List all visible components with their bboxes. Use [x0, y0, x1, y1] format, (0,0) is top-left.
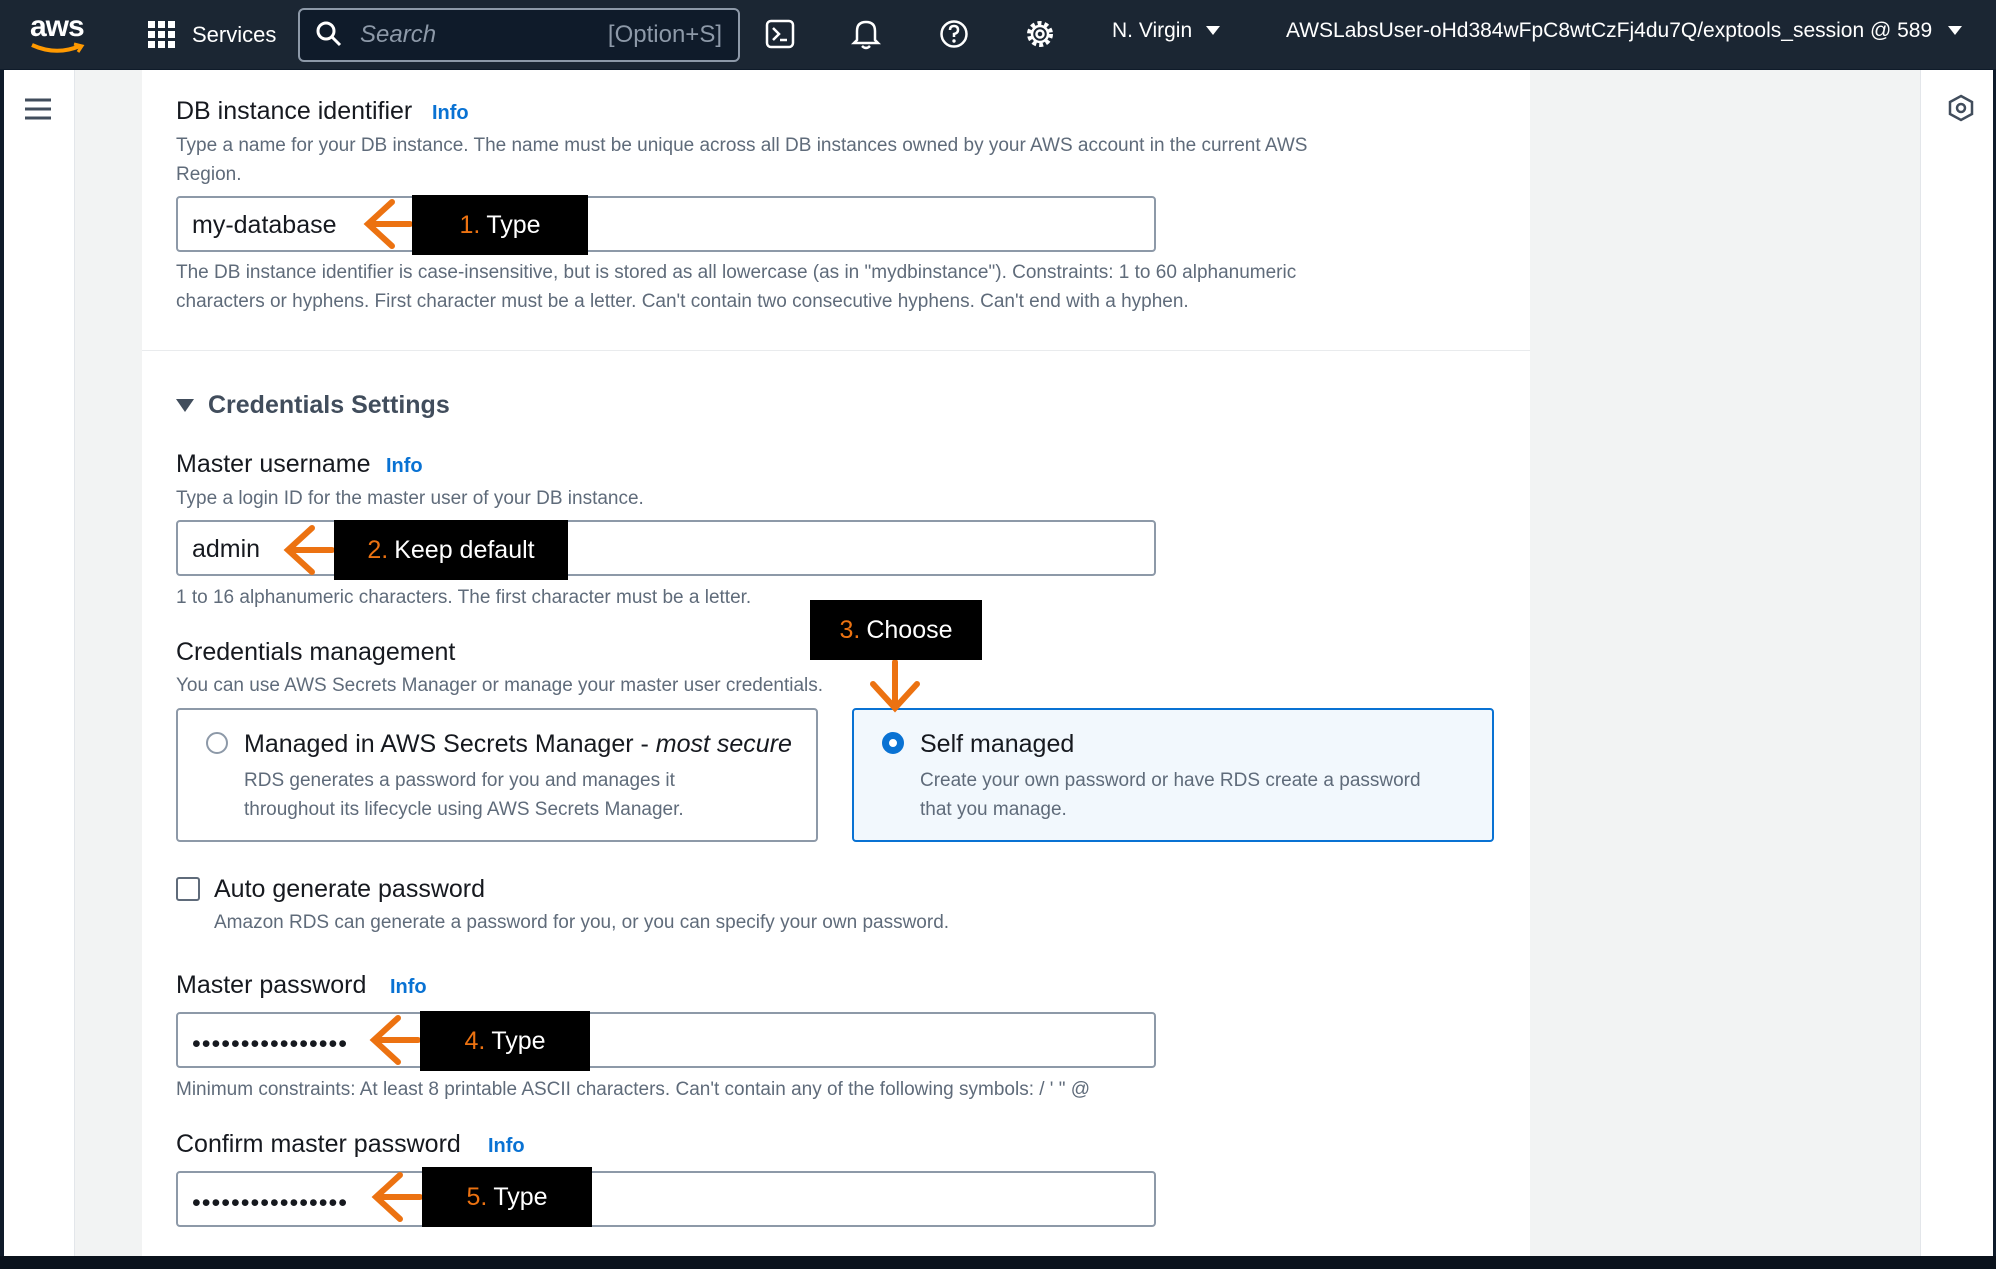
self-managed-option-desc-line1: Create your own password or have RDS cre…	[920, 770, 1421, 791]
caret-down-icon	[1948, 26, 1963, 35]
master-password-constraint: Minimum constraints: At least 8 printabl…	[176, 1079, 1091, 1100]
notifications-button[interactable]	[846, 14, 886, 54]
master-password-value: ••••••••••••••••	[192, 1030, 349, 1058]
callout-step-1: 1. Type	[412, 195, 588, 255]
confirm-password-info-link[interactable]: Info	[488, 1135, 525, 1158]
page-background-right	[1530, 70, 1920, 1256]
secrets-manager-radio[interactable]	[206, 732, 228, 754]
callout-text: Type	[486, 210, 541, 239]
aws-logo-text: aws	[30, 10, 85, 43]
master-username-label: Master username	[176, 450, 371, 478]
master-password-label: Master password	[176, 971, 367, 999]
auto-generate-password-checkbox[interactable]	[176, 877, 200, 901]
master-username-value: admin	[192, 535, 261, 563]
search-input[interactable]: Search [Option+S]	[298, 8, 740, 62]
callout-number: 1.	[459, 210, 481, 239]
self-managed-option-title: Self managed	[920, 730, 1075, 758]
top-navigation-bar: aws Services Search [Option+S] N. Virgin…	[0, 0, 1996, 69]
callout-step-2: 2. Keep default	[334, 520, 568, 580]
aws-logo[interactable]: aws	[30, 12, 100, 58]
callout-step-4: 4. Type	[420, 1011, 590, 1071]
settings-button[interactable]	[1020, 14, 1060, 54]
bottom-edge	[0, 1256, 1996, 1269]
search-placeholder: Search	[360, 21, 437, 48]
tools-panel-icon[interactable]	[1947, 94, 1975, 122]
confirm-password-value: ••••••••••••••••	[192, 1189, 349, 1217]
terminal-icon	[765, 19, 795, 49]
section-divider	[142, 350, 1530, 351]
region-label: N. Virgin	[1112, 19, 1193, 42]
callout-step-5: 5. Type	[422, 1167, 592, 1227]
db-identifier-constraint-line1: The DB instance identifier is case-insen…	[176, 262, 1297, 283]
services-menu-button[interactable]: Services	[148, 18, 276, 52]
account-menu[interactable]: AWSLabsUser-oHd384wFpC8wtCzFj4du7Q/expto…	[1286, 19, 1963, 43]
db-identifier-constraint-line2: characters or hyphens. First character m…	[176, 291, 1189, 312]
menu-icon[interactable]	[25, 98, 51, 120]
self-managed-radio[interactable]	[882, 732, 904, 754]
credentials-settings-title: Credentials Settings	[208, 391, 450, 419]
right-tools-strip	[1920, 70, 1993, 1256]
master-username-info-link[interactable]: Info	[386, 455, 423, 478]
credentials-management-description: You can use AWS Secrets Manager or manag…	[176, 675, 824, 696]
callout-step-3: 3. Choose	[810, 600, 982, 660]
db-identifier-value: my-database	[192, 211, 337, 239]
master-password-info-link[interactable]: Info	[390, 976, 427, 999]
secrets-manager-option-title: Managed in AWS Secrets Manager - most se…	[244, 730, 792, 758]
credentials-settings-toggle[interactable]: Credentials Settings	[176, 391, 450, 420]
auto-generate-password-description: Amazon RDS can generate a password for y…	[214, 912, 950, 933]
self-managed-option-card[interactable]: Self managed Create your own password or…	[852, 708, 1494, 842]
bell-icon	[851, 20, 881, 50]
callout-number: 5.	[466, 1182, 488, 1211]
services-label: Services	[192, 22, 277, 47]
master-username-constraint: 1 to 16 alphanumeric characters. The fir…	[176, 587, 752, 608]
master-username-input[interactable]: admin	[176, 520, 1156, 576]
callout-text: Type	[493, 1182, 548, 1211]
db-identifier-description-line1: Type a name for your DB instance. The na…	[176, 135, 1308, 156]
caret-down-icon	[1206, 26, 1221, 35]
callout-number: 4.	[464, 1026, 486, 1055]
callout-number: 2.	[367, 535, 389, 564]
cloudshell-button[interactable]	[760, 14, 800, 54]
caret-down-icon	[176, 398, 194, 412]
page-background-left	[75, 70, 142, 1256]
db-identifier-label: DB instance identifier	[176, 97, 413, 125]
secrets-manager-option-desc-line1: RDS generates a password for you and man…	[244, 770, 675, 791]
master-username-description: Type a login ID for the master user of y…	[176, 488, 644, 509]
confirm-password-label: Confirm master password	[176, 1130, 461, 1158]
self-managed-option-desc-line2: that you manage.	[920, 799, 1067, 820]
callout-text: Type	[491, 1026, 546, 1055]
callout-number: 3.	[839, 615, 861, 644]
secrets-manager-option-desc-line2: throughout its lifecycle using AWS Secre…	[244, 799, 684, 820]
region-selector[interactable]: N. Virgin	[1112, 19, 1221, 43]
credentials-management-label: Credentials management	[176, 638, 456, 666]
callout-text: Keep default	[394, 535, 535, 564]
left-navigation-strip	[4, 70, 75, 1256]
grid-icon	[148, 21, 175, 48]
gear-icon	[1027, 21, 1053, 47]
auto-generate-password-label[interactable]: Auto generate password	[214, 875, 485, 904]
search-shortcut-hint: [Option+S]	[607, 21, 722, 48]
secrets-manager-option-card[interactable]: Managed in AWS Secrets Manager - most se…	[176, 708, 818, 842]
callout-text: Choose	[866, 615, 953, 644]
aws-smile-icon	[31, 42, 85, 53]
db-identifier-input[interactable]: my-database	[176, 196, 1156, 252]
master-password-input[interactable]: ••••••••••••••••	[176, 1012, 1156, 1068]
account-label: AWSLabsUser-oHd384wFpC8wtCzFj4du7Q/expto…	[1286, 19, 1933, 42]
db-identifier-description-line2: Region.	[176, 164, 242, 185]
search-icon	[316, 21, 342, 47]
confirm-password-input[interactable]: ••••••••••••••••	[176, 1171, 1156, 1227]
help-icon	[940, 20, 968, 48]
help-button[interactable]	[934, 14, 974, 54]
db-identifier-info-link[interactable]: Info	[432, 102, 469, 125]
